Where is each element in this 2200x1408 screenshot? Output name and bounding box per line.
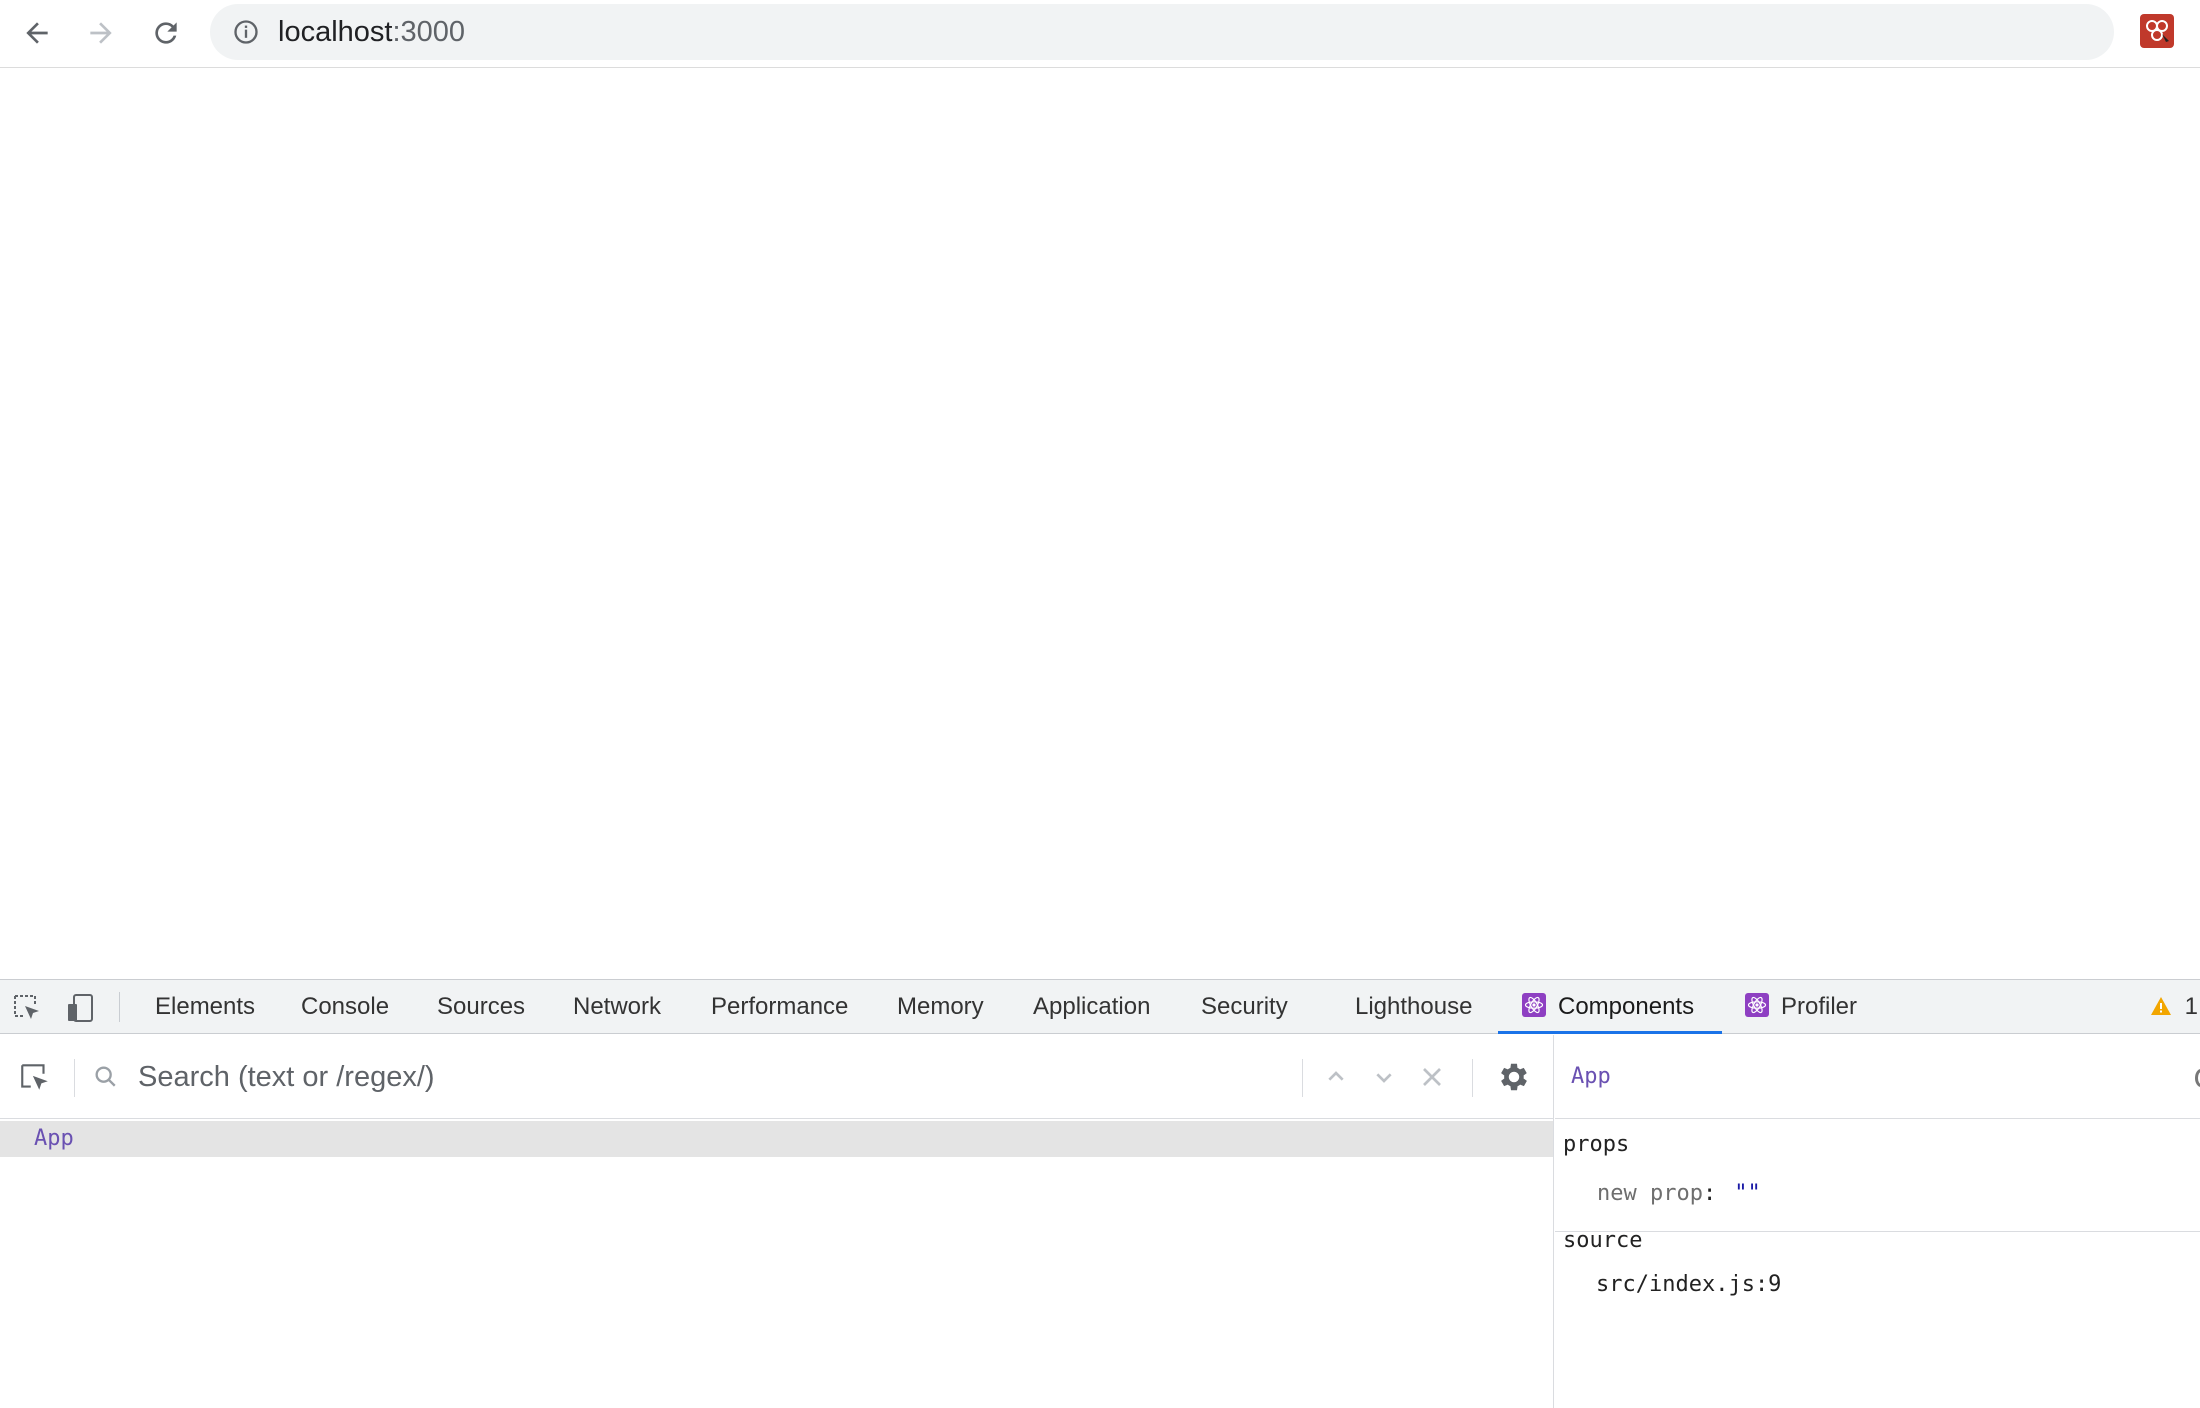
tab-elements[interactable]: Elements: [155, 980, 255, 1034]
tree-search-row: [0, 1035, 1554, 1119]
inspect-element-icon[interactable]: [11, 992, 43, 1024]
info-icon[interactable]: [232, 18, 260, 46]
chevron-down-icon[interactable]: [1368, 1061, 1400, 1093]
prop-key: new prop: [1597, 1181, 1703, 1206]
props-section-title: props: [1563, 1132, 1630, 1157]
url-text: localhost:3000: [278, 4, 465, 60]
tab-security[interactable]: Security: [1201, 980, 1288, 1034]
prop-row[interactable]: new prop: "": [1597, 1181, 1761, 1206]
warning-count: 1: [2184, 993, 2199, 1020]
tab-components[interactable]: Components: [1522, 980, 1694, 1034]
source-file-link[interactable]: src/index.js:9: [1596, 1272, 1781, 1297]
devtools-panel: Elements Console Sources Network Perform…: [0, 979, 2200, 1408]
extension-icon[interactable]: [2140, 14, 2174, 48]
warning-icon: [2150, 993, 2185, 1020]
component-search-input[interactable]: [138, 1053, 1288, 1101]
tab-lighthouse[interactable]: Lighthouse: [1355, 980, 1472, 1034]
react-icon: [1522, 983, 1546, 1017]
toolbar-divider: [119, 992, 120, 1022]
close-icon[interactable]: [1416, 1061, 1448, 1093]
divider: [1472, 1059, 1473, 1097]
inspector-header: App: [1555, 1035, 2200, 1119]
inspect-dom-icon[interactable]: [2195, 1069, 2200, 1087]
chevron-up-icon[interactable]: [1320, 1061, 1352, 1093]
divider: [1555, 1231, 2200, 1232]
inspected-component-name: App: [1571, 1064, 1611, 1089]
back-arrow-icon[interactable]: [14, 10, 60, 56]
select-component-icon[interactable]: [18, 1061, 52, 1095]
tab-network[interactable]: Network: [573, 980, 661, 1034]
tab-application[interactable]: Application: [1033, 980, 1150, 1034]
tab-profiler-label: Profiler: [1781, 993, 1858, 1020]
reload-icon[interactable]: [143, 10, 189, 56]
source-section-title: source: [1563, 1228, 1643, 1253]
url-port: :3000: [392, 16, 466, 48]
browser-toolbar: localhost:3000: [0, 0, 2200, 68]
component-tree-pane: App: [0, 1035, 1554, 1408]
tab-memory[interactable]: Memory: [897, 980, 984, 1034]
divider: [74, 1059, 75, 1097]
forward-arrow-icon[interactable]: [78, 10, 124, 56]
active-tab-indicator: [1498, 1031, 1722, 1034]
warnings-counter[interactable]: 1: [2150, 980, 2198, 1034]
url-host: localhost: [278, 16, 393, 48]
tab-sources[interactable]: Sources: [437, 980, 525, 1034]
react-icon: [1745, 983, 1769, 1017]
prop-colon: :: [1702, 1181, 1717, 1206]
tab-profiler[interactable]: Profiler: [1745, 980, 1857, 1034]
tab-console[interactable]: Console: [301, 980, 389, 1034]
component-name: App: [34, 1126, 74, 1151]
devtools-tabbar: Elements Console Sources Network Perform…: [0, 980, 2200, 1034]
tab-performance[interactable]: Performance: [711, 980, 848, 1034]
prop-value[interactable]: "": [1734, 1181, 1761, 1206]
tree-row-app[interactable]: App: [0, 1121, 1553, 1157]
search-icon: [92, 1063, 120, 1091]
divider: [1302, 1059, 1303, 1097]
address-bar[interactable]: localhost:3000: [210, 4, 2114, 60]
gear-icon[interactable]: [1496, 1059, 1532, 1095]
page-viewport: [0, 69, 2200, 979]
component-inspector-pane: App props new prop: "" source src/index.j…: [1555, 1035, 2200, 1408]
tab-components-label: Components: [1558, 993, 1695, 1020]
device-toolbar-icon[interactable]: [64, 992, 96, 1024]
